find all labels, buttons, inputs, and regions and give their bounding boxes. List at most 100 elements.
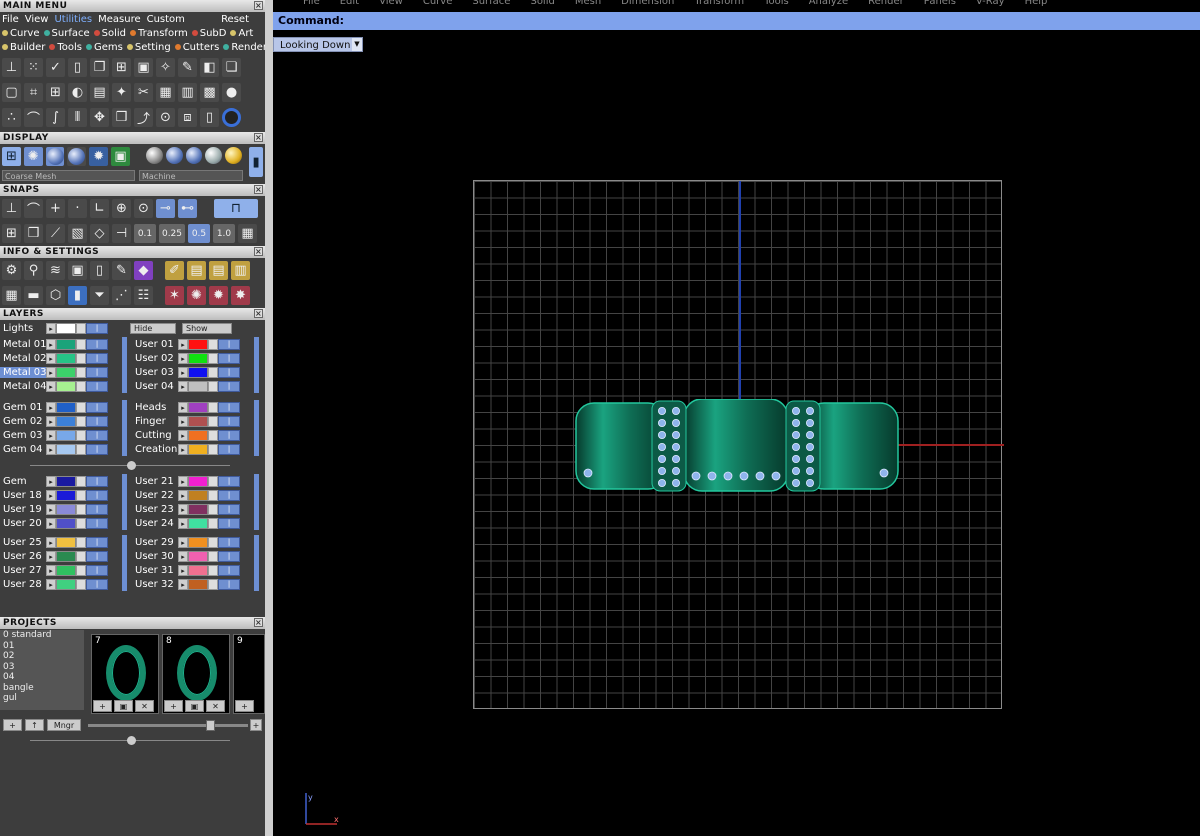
snap-box-icon[interactable]: ❒ bbox=[24, 224, 43, 243]
visibility-toggle[interactable]: | bbox=[218, 564, 240, 576]
target-icon[interactable]: ⊙ bbox=[156, 108, 175, 127]
layer-name[interactable]: Finger bbox=[132, 416, 178, 427]
frame-icon[interactable]: ▢ bbox=[2, 83, 21, 102]
lock-icon[interactable] bbox=[76, 503, 86, 515]
split-icon[interactable]: ⫴ bbox=[68, 108, 87, 127]
layer-name[interactable]: Metal 04 bbox=[0, 381, 46, 392]
layer-color-swatch[interactable] bbox=[56, 489, 76, 501]
mesh-icon[interactable]: ⊞ bbox=[46, 83, 65, 102]
visibility-toggle[interactable]: | bbox=[86, 536, 108, 548]
panel-resize-bar[interactable] bbox=[30, 736, 230, 745]
run-icon[interactable]: ✦ bbox=[112, 83, 131, 102]
lock-icon[interactable] bbox=[76, 475, 86, 487]
paint-icon[interactable]: ✎ bbox=[178, 58, 197, 77]
module-surface[interactable]: Surface bbox=[43, 28, 90, 39]
lock-icon[interactable] bbox=[76, 517, 86, 529]
image-icon[interactable]: ▣ bbox=[134, 58, 153, 77]
layer-color-swatch[interactable] bbox=[56, 536, 76, 548]
stack-icon[interactable]: ≋ bbox=[46, 261, 65, 280]
layer-color-swatch[interactable] bbox=[56, 338, 76, 350]
module-tools[interactable]: Tools bbox=[49, 42, 82, 53]
layer-row[interactable]: User 19 ▸ | bbox=[0, 502, 108, 516]
visibility-toggle[interactable]: | bbox=[86, 352, 108, 364]
menu-measure[interactable]: Measure bbox=[98, 14, 141, 25]
top-menu-item[interactable]: V-Ray bbox=[976, 0, 1005, 7]
add-icon[interactable]: + bbox=[164, 700, 183, 712]
visibility-toggle[interactable]: | bbox=[86, 475, 108, 487]
layer-color-swatch[interactable] bbox=[188, 550, 208, 562]
layer-name[interactable]: Gem 02 bbox=[0, 416, 46, 427]
layer-row[interactable]: Gem 01 ▸ | bbox=[0, 400, 108, 414]
bangle-model[interactable] bbox=[574, 399, 900, 495]
snap-center-icon[interactable]: ⊙ bbox=[134, 199, 153, 218]
snap-quad-icon[interactable]: ⊕ bbox=[112, 199, 131, 218]
layer-arrow-icon[interactable]: ▸ bbox=[178, 489, 188, 501]
layer-name[interactable]: User 18 bbox=[0, 490, 46, 501]
lock-icon[interactable] bbox=[76, 429, 86, 441]
snap-point-icon[interactable]: · bbox=[68, 199, 87, 218]
layer-color-swatch[interactable] bbox=[188, 489, 208, 501]
project-item[interactable]: 0 standard bbox=[3, 630, 84, 641]
layer-row[interactable]: User 29 ▸ | bbox=[132, 535, 240, 549]
layer-arrow-icon[interactable]: ▸ bbox=[178, 366, 188, 378]
snap-tangent-icon[interactable]: ⌒ bbox=[24, 199, 43, 218]
cut-icon[interactable]: ✂ bbox=[134, 83, 153, 102]
thumbnail-slider[interactable] bbox=[88, 720, 248, 731]
layer-name[interactable]: User 30 bbox=[132, 551, 178, 562]
delete-icon[interactable]: ✕ bbox=[206, 700, 225, 712]
snap-intersect-icon[interactable]: + bbox=[46, 199, 65, 218]
visibility-toggle[interactable]: | bbox=[86, 380, 108, 392]
layer-row[interactable]: Creation ▸ | bbox=[132, 442, 240, 456]
layer-name[interactable]: User 29 bbox=[132, 537, 178, 548]
menu-utilities[interactable]: Utilities bbox=[54, 14, 92, 25]
save-icon[interactable]: ▣ bbox=[114, 700, 133, 712]
lock-icon[interactable] bbox=[76, 380, 86, 392]
visibility-toggle[interactable]: | bbox=[218, 380, 240, 392]
burst-icon[interactable]: ✸ bbox=[231, 286, 250, 305]
layer-arrow-icon[interactable]: ▸ bbox=[46, 503, 56, 515]
snap-plane-icon[interactable]: ◇ bbox=[90, 224, 109, 243]
top-menu-item[interactable]: Mesh bbox=[575, 0, 601, 7]
top-menu-item[interactable]: Transform bbox=[694, 0, 744, 7]
layer-arrow-icon[interactable]: ▸ bbox=[46, 352, 56, 364]
layer-arrow-icon[interactable]: ▸ bbox=[178, 401, 188, 413]
material-silver-icon[interactable] bbox=[165, 147, 183, 164]
layer-color-swatch[interactable] bbox=[188, 536, 208, 548]
layer-color-swatch[interactable] bbox=[56, 366, 76, 378]
crop-icon[interactable]: ⌗ bbox=[24, 83, 43, 102]
snap-value-0-5[interactable]: 0.5 bbox=[188, 224, 210, 243]
visibility-toggle[interactable]: | bbox=[86, 517, 108, 529]
top-menu-item[interactable]: Panels bbox=[924, 0, 956, 7]
module-gems[interactable]: Gems bbox=[86, 42, 123, 53]
ring-icon[interactable] bbox=[222, 108, 241, 127]
snap-hatch-icon[interactable]: ▧ bbox=[68, 224, 87, 243]
layer-color-swatch[interactable] bbox=[56, 578, 76, 590]
layer-row[interactable]: User 02 ▸ | bbox=[132, 351, 240, 365]
layer-icon[interactable]: ❒ bbox=[112, 108, 131, 127]
align-icon[interactable]: ⊞ bbox=[112, 58, 131, 77]
layer-color-swatch[interactable] bbox=[188, 366, 208, 378]
visibility-toggle[interactable]: | bbox=[218, 489, 240, 501]
snap-grid-icon[interactable]: ⊞ bbox=[2, 224, 21, 243]
layer-name[interactable]: Gem 01 bbox=[0, 402, 46, 413]
window-icon[interactable]: ❏ bbox=[222, 58, 241, 77]
command-bar[interactable]: Command: bbox=[273, 12, 1200, 30]
layer-row[interactable]: User 24 ▸ | bbox=[132, 516, 240, 530]
layer-arrow-icon[interactable]: ▸ bbox=[178, 517, 188, 529]
snap-grid-toggle[interactable]: ⊓ bbox=[214, 199, 258, 218]
material-yellow-icon[interactable] bbox=[225, 147, 243, 164]
window-b-icon[interactable]: ▤ bbox=[209, 261, 228, 280]
layer-name[interactable]: Cutting bbox=[132, 430, 178, 441]
ruler-icon[interactable]: ⊥ bbox=[2, 58, 21, 77]
layer-color-swatch[interactable] bbox=[56, 475, 76, 487]
project-item[interactable]: 04 bbox=[3, 672, 84, 683]
snap-value-1-0[interactable]: 1.0 bbox=[213, 224, 235, 243]
cube-icon[interactable]: ▣ bbox=[68, 261, 87, 280]
layer-color-swatch[interactable] bbox=[56, 380, 76, 392]
layer-row[interactable]: User 31 ▸ | bbox=[132, 563, 240, 577]
module-cutters[interactable]: Cutters bbox=[174, 42, 219, 53]
layer-color-swatch[interactable] bbox=[188, 429, 208, 441]
layer-color-swatch[interactable] bbox=[56, 352, 76, 364]
lock-icon[interactable] bbox=[208, 503, 218, 515]
snap-grid-size-icon[interactable]: ▦ bbox=[238, 224, 257, 243]
